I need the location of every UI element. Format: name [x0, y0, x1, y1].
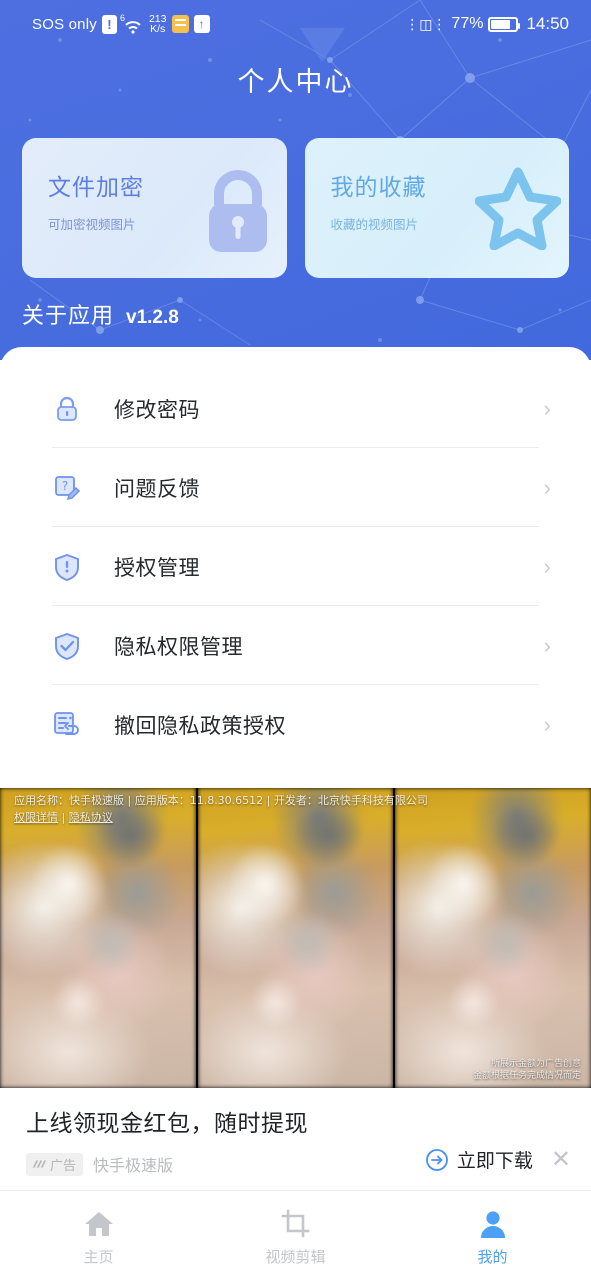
- app-version-label: v1.2.8: [126, 307, 179, 328]
- ad-badge: 广告: [26, 1152, 84, 1176]
- nav-item-label: 主页: [83, 1247, 114, 1266]
- star-icon: [475, 167, 561, 250]
- menu-item-feedback[interactable]: ? 问题反馈 ›: [0, 448, 591, 527]
- nav-item-home[interactable]: 主页: [0, 1191, 197, 1280]
- home-icon: [84, 1211, 113, 1236]
- ad-download-label: 立即下载: [456, 1150, 533, 1172]
- chevron-right-icon: ›: [543, 632, 551, 658]
- kitten-photo: [410, 803, 576, 1073]
- feedback-pencil-icon: ?: [55, 475, 81, 500]
- clock-label: 14:50: [526, 14, 569, 33]
- status-bar: SOS only ! 6 213 K/s ↑ ⋮◫⋮ 77% 14:50: [0, 0, 591, 48]
- menu-item-revoke-privacy-consent[interactable]: 撤回隐私政策授权 ›: [0, 685, 591, 764]
- vibrate-icon: ⋮◫⋮: [405, 15, 447, 32]
- menu-item-label: 问题反馈: [114, 476, 200, 501]
- data-speed-icon: 213 K/s: [148, 13, 167, 35]
- menu-item-change-password[interactable]: 修改密码 ›: [0, 369, 591, 448]
- ad-frame: [0, 788, 198, 1088]
- chevron-right-icon: ›: [543, 553, 551, 579]
- header-banner: SOS only ! 6 213 K/s ↑ ⋮◫⋮ 77% 14:50 个人中…: [0, 0, 591, 360]
- nav-item-label: 我的: [477, 1247, 508, 1266]
- notes-icon: [171, 15, 189, 33]
- about-app-label: 关于应用: [22, 304, 115, 329]
- menu-item-label: 撤回隐私政策授权: [114, 713, 286, 738]
- ad-permission-details-link[interactable]: 权限详情: [14, 811, 58, 824]
- battery-percent-label: 77%: [451, 15, 484, 32]
- ad-amount-disclaimer-line-2: 金额根据任务完成情况而定: [472, 1071, 581, 1081]
- nav-item-mine[interactable]: 我的: [394, 1191, 591, 1280]
- person-icon: [480, 1210, 505, 1238]
- battery-icon: [488, 16, 521, 32]
- lock-icon: [208, 170, 267, 252]
- ad-disclaimer-separator: |: [61, 811, 69, 824]
- ad-meta-row: 广告 快手极速版: [26, 1152, 173, 1176]
- arrow-right-circle-icon: [425, 1148, 448, 1171]
- settings-menu-list: 修改密码 › ? 问题反馈 › 授权管理 › 隐私权限管理 › 撤回隐私政策授权…: [0, 347, 591, 764]
- ad-frame: [197, 788, 396, 1088]
- nav-item-label: 视频剪辑: [265, 1247, 326, 1266]
- menu-item-privacy-permission-management[interactable]: 隐私权限管理 ›: [0, 606, 591, 685]
- menu-item-label: 修改密码: [114, 397, 200, 422]
- nav-item-video-editing[interactable]: 视频剪辑: [197, 1191, 394, 1280]
- ad-image-frames: [0, 788, 591, 1088]
- ad-wave-icon: [33, 1160, 46, 1168]
- menu-item-label: 隐私权限管理: [114, 634, 243, 659]
- chevron-right-icon: ›: [543, 474, 551, 500]
- ad-app-disclaimer: 应用名称：快手极速版 | 应用版本：11.8.30.6512 | 开发者：北京快…: [14, 792, 585, 826]
- bottom-navigation-bar: 主页 视频剪辑 我的: [0, 1190, 591, 1280]
- ad-frame: [395, 788, 591, 1088]
- ad-app-name: 快手极速版: [93, 1156, 174, 1175]
- close-icon[interactable]: ✕: [551, 1147, 571, 1172]
- ad-headline: 上线领现金红包，随时提现: [26, 1111, 308, 1137]
- svg-text:?: ?: [62, 479, 68, 493]
- advertisement-footer: 上线领现金红包，随时提现 广告 快手极速版 立即下载 ✕: [0, 1090, 591, 1190]
- ad-badge-label: 广告: [50, 1158, 77, 1174]
- menu-item-label: 授权管理: [114, 555, 200, 580]
- ad-disclaimer-line: 应用名称：快手极速版 | 应用版本：11.8.30.6512 | 开发者：北京快…: [14, 794, 428, 807]
- status-bar-left-group: SOS only ! 6 213 K/s ↑: [32, 13, 210, 35]
- padlock-icon: [57, 396, 77, 421]
- feature-cards: 文件加密 可加密视频图片 我的收藏 收藏的视频图片: [0, 138, 591, 278]
- wifi-icon: 6: [120, 13, 144, 34]
- ad-actions: 立即下载 ✕: [425, 1146, 571, 1173]
- upload-icon: ↑: [193, 15, 210, 33]
- about-app-row[interactable]: 关于应用 v1.2.8: [22, 298, 179, 330]
- ad-amount-disclaimer: 所展示金额为广告创意 金额根据任务完成情况而定: [473, 1058, 581, 1082]
- kitten-photo: [15, 803, 180, 1073]
- card-my-favorites[interactable]: 我的收藏 收藏的视频图片: [304, 138, 569, 278]
- kitten-photo: [213, 803, 378, 1073]
- carrier-label: SOS only: [32, 15, 97, 33]
- revoke-document-icon: [54, 711, 79, 735]
- crop-icon: [281, 1209, 309, 1237]
- chevron-right-icon: ›: [543, 395, 551, 421]
- shield-icon: [55, 553, 79, 581]
- ad-download-button[interactable]: 立即下载: [425, 1146, 533, 1173]
- chevron-right-icon: ›: [543, 711, 551, 737]
- shield-check-icon: [55, 632, 79, 660]
- ad-amount-disclaimer-line-1: 所展示金额为广告创意: [490, 1059, 581, 1069]
- card-file-encryption[interactable]: 文件加密 可加密视频图片: [22, 138, 287, 278]
- ad-privacy-policy-link[interactable]: 隐私协议: [69, 811, 113, 824]
- menu-item-authorization-management[interactable]: 授权管理 ›: [0, 527, 591, 606]
- advertisement-media[interactable]: 应用名称：快手极速版 | 应用版本：11.8.30.6512 | 开发者：北京快…: [0, 788, 591, 1088]
- sos-signal-icon: !: [101, 14, 117, 34]
- status-bar-right-group: ⋮◫⋮ 77% 14:50: [405, 14, 569, 34]
- page-title: 个人中心: [237, 67, 354, 98]
